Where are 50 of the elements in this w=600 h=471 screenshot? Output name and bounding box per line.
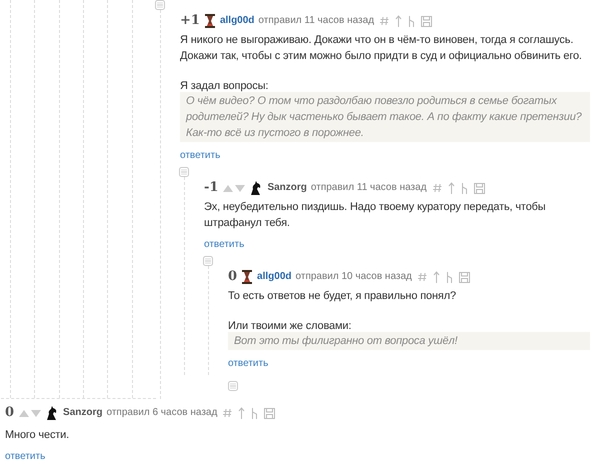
comment-score: 0: [228, 269, 238, 285]
save-icon[interactable]: [474, 182, 485, 194]
hash-icon[interactable]: [432, 183, 442, 193]
comment-score: -1: [204, 180, 218, 196]
comment-meta: отправил 10 часов назад: [296, 270, 412, 284]
comment-meta: отправил 11 часов назад: [310, 181, 427, 195]
quote-block: О чём видео? О том что раздолбаю повезло родиться в семье богатых родителей? Ну дык частенько бывает такое. А по факту какие претензии? Как-то всё из пустого в порожнее.: [180, 92, 590, 142]
comment-text: Эх, неубедительно пиздишь. Надо твоему куратору передать, чтобы штрафанул тебя.: [204, 200, 547, 231]
vote-arrows-icon[interactable]: [19, 409, 42, 417]
arrow-up-icon[interactable]: [448, 182, 455, 194]
hourglass-avatar-icon: [242, 270, 252, 284]
hash-icon[interactable]: [418, 272, 427, 282]
author-link[interactable]: Sanzorg: [267, 180, 307, 196]
comment-meta: отправил 6 часов назад: [106, 406, 218, 420]
comment-text: Я задал вопросы:: [180, 79, 270, 94]
save-icon[interactable]: [264, 408, 276, 418]
hourglass-avatar-icon: [204, 14, 215, 28]
comment-text: То есть ответов не будет, я правильно понял?: [228, 289, 457, 304]
comment-score: +1: [180, 13, 200, 29]
collapse-icon[interactable]: [203, 256, 213, 266]
comment-text: Я никого не выгораживаю. Докажи что он в чём-то виновен, тогда я соглашусь. Докажи так, чтобы с этим можно было придти в суд и официально обвинить его.: [180, 33, 583, 64]
knight-avatar-icon: [46, 406, 58, 420]
comment-text: Или твоими же словами:: [228, 319, 352, 334]
author-link[interactable]: allg00d: [220, 13, 254, 29]
branch-icon[interactable]: [446, 271, 453, 283]
knight-avatar-icon: [250, 181, 262, 195]
reply-link[interactable]: ответить: [204, 238, 244, 252]
comment-text: Много чести.: [5, 428, 70, 443]
arrow-up-icon[interactable]: [432, 271, 440, 283]
branch-icon[interactable]: [408, 15, 416, 27]
hash-icon[interactable]: [223, 408, 232, 418]
collapse-icon[interactable]: [179, 167, 189, 177]
collapse-icon[interactable]: [228, 381, 238, 391]
quote-block: Вот это ты филигранно от вопроса ушёл!: [228, 332, 590, 350]
author-link[interactable]: Sanzorg: [63, 405, 102, 421]
vote-arrows-icon[interactable]: [223, 184, 246, 192]
branch-icon[interactable]: [460, 182, 468, 194]
comment-meta: отправил 11 часов назад: [258, 14, 374, 28]
branch-icon[interactable]: [251, 407, 258, 419]
save-icon[interactable]: [421, 16, 432, 26]
arrow-up-icon[interactable]: [238, 407, 246, 419]
comment-score: 0: [5, 405, 14, 421]
arrow-up-icon[interactable]: [395, 15, 402, 27]
reply-link[interactable]: ответить: [228, 357, 268, 371]
reply-link[interactable]: ответить: [180, 149, 220, 163]
save-icon[interactable]: [458, 272, 470, 282]
reply-link[interactable]: ответить: [5, 450, 46, 464]
hash-icon[interactable]: [380, 16, 390, 26]
collapse-icon[interactable]: [155, 0, 165, 10]
author-link[interactable]: allg00d: [257, 269, 292, 285]
